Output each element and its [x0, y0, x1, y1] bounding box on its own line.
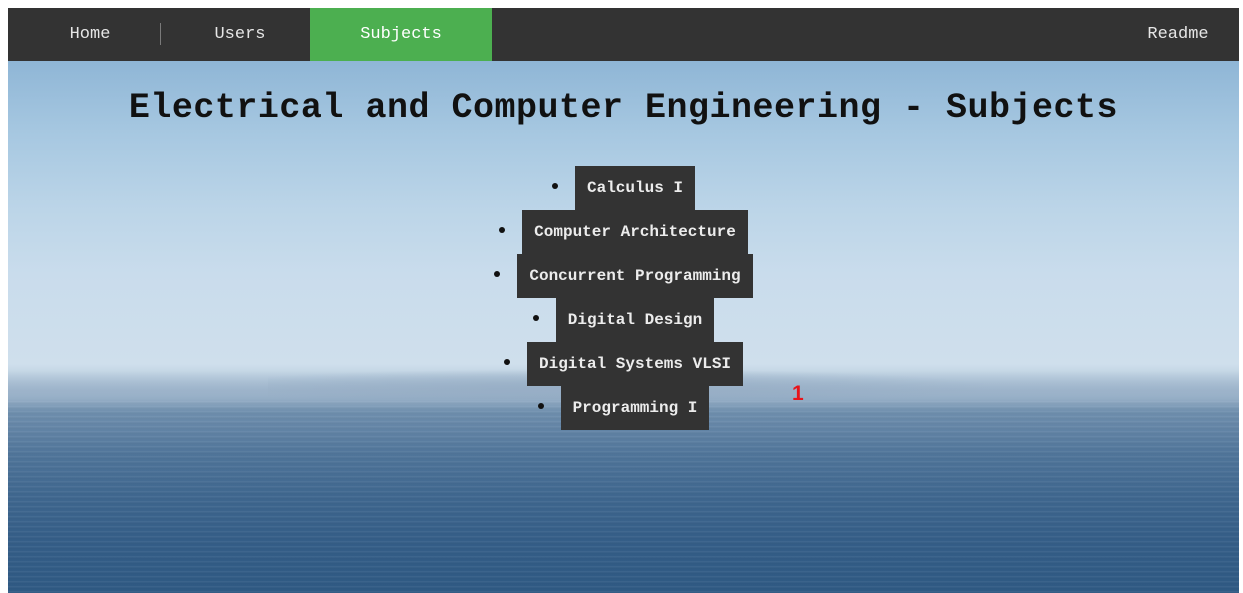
- subject-button-computer-architecture[interactable]: Computer Architecture: [522, 210, 748, 254]
- bullet-icon: [537, 403, 544, 409]
- bullet-icon: [532, 315, 539, 321]
- nav-subjects[interactable]: Subjects: [310, 8, 492, 61]
- subject-list-item: Digital Systems VLSI: [8, 342, 1239, 386]
- subject-button-concurrent-programming[interactable]: Concurrent Programming: [517, 254, 753, 298]
- subject-list-item: Computer Architecture: [8, 210, 1239, 254]
- bullet-icon: [551, 183, 558, 189]
- subject-list-item: Concurrent Programming: [8, 254, 1239, 298]
- nav-home[interactable]: Home: [40, 8, 140, 61]
- bullet-icon: [503, 359, 510, 365]
- nav-readme[interactable]: Readme: [1128, 8, 1228, 61]
- bullet-icon: [499, 227, 506, 233]
- subject-button-digital-systems-vlsi[interactable]: Digital Systems VLSI: [526, 342, 744, 386]
- top-navbar: Home Users Subjects Readme: [8, 8, 1239, 61]
- subject-button-calculus-i[interactable]: Calculus I: [574, 166, 695, 210]
- subject-button-digital-design[interactable]: Digital Design: [555, 298, 715, 342]
- annotation-marker: 1: [792, 382, 804, 405]
- app-frame: Home Users Subjects Readme Electrical an…: [8, 8, 1239, 593]
- nav-divider: [160, 23, 161, 45]
- nav-users[interactable]: Users: [178, 8, 302, 61]
- subject-button-programming-i[interactable]: Programming I: [560, 386, 710, 430]
- subject-list-item: Calculus I: [8, 166, 1239, 210]
- page-title: Electrical and Computer Engineering - Su…: [128, 88, 1119, 128]
- subject-list: Calculus I Computer Architecture Concurr…: [8, 166, 1239, 430]
- subject-list-item: Programming I: [8, 386, 1239, 430]
- bullet-icon: [494, 271, 501, 277]
- subject-list-item: Digital Design: [8, 298, 1239, 342]
